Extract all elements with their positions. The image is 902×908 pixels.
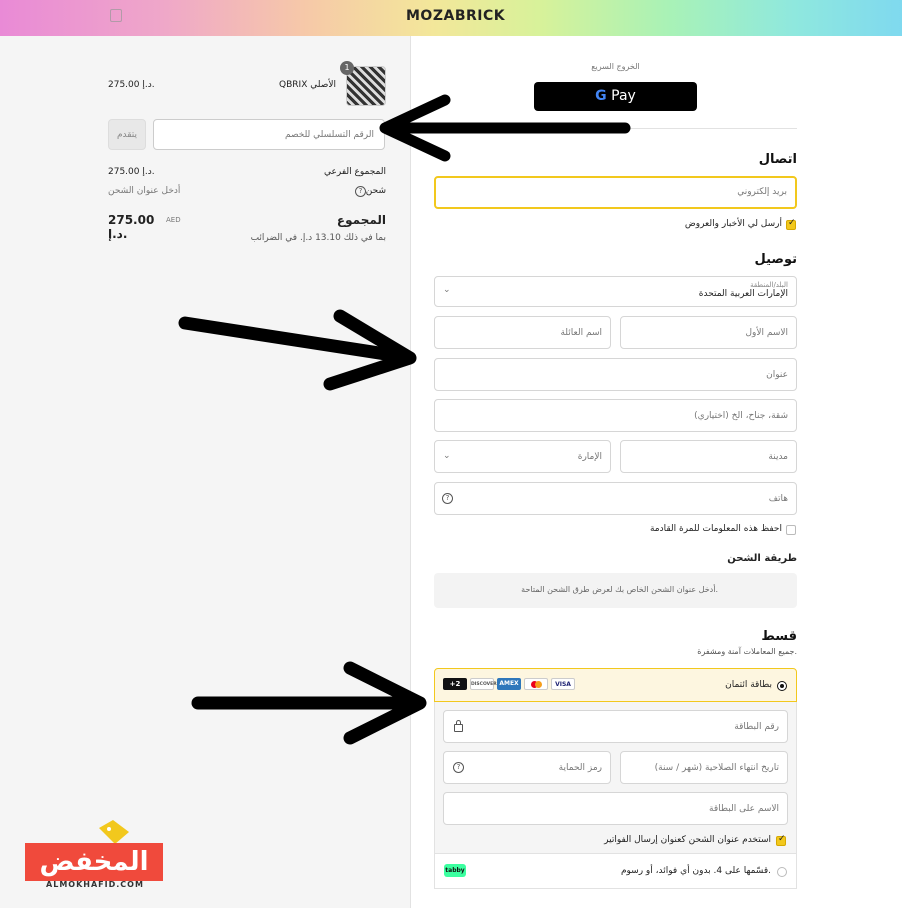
arrow-right-card bbox=[191, 661, 427, 745]
arrow-left-discount bbox=[379, 94, 631, 162]
arrow-right-address bbox=[178, 309, 417, 391]
annotation-arrows bbox=[178, 94, 631, 745]
watermark-url: ALMOKHAFID.COM bbox=[46, 880, 144, 889]
watermark-logo: المخفض bbox=[25, 843, 163, 881]
